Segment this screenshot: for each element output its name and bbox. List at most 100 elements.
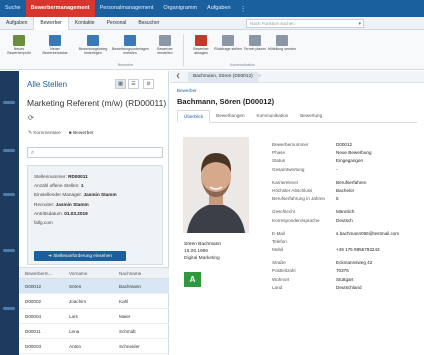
applicants-link[interactable]: ■ Bewerber	[69, 131, 94, 136]
send-message-button[interactable]: Mitteilung senden	[267, 33, 297, 63]
photo-caption: Sören Bachmann 15.06.1986 Digital Market…	[184, 242, 221, 262]
detail-row-manager: Einstellender Manager: Jasmin Stamm	[34, 190, 156, 199]
applicant-table: Bewerberm... Vorname Nachname D00012 Sör…	[19, 267, 169, 354]
field-value: Neue Bewerbung	[336, 150, 372, 156]
field-row: Telefon	[272, 238, 422, 246]
table-row[interactable]: D00003 Anton Schneider	[19, 339, 169, 354]
field-value: Männlich	[336, 209, 355, 215]
field-row: Bewerbernummer D00012	[272, 141, 422, 149]
table-header: Bewerberm... Vorname Nachname	[19, 267, 169, 279]
detail-row-stellennummer: Stellennummer: RD00011	[34, 172, 156, 181]
ask-question-button[interactable]: Rückfrage stellen	[213, 33, 243, 63]
chevron-right-icon[interactable]: »	[258, 73, 261, 79]
table-cell: Lars	[69, 314, 78, 319]
applicant-photo	[183, 137, 249, 233]
nav-personalmanagement[interactable]: Personalmanagement	[95, 0, 159, 17]
sub-navigation: Aufgaben Bewerber Kontakte Personal Besu…	[0, 16, 424, 30]
table-cell: Schmidt	[119, 329, 136, 334]
tab-communication[interactable]: Kommunikation	[251, 110, 295, 122]
tab-aufgaben[interactable]: Aufgaben	[0, 17, 33, 30]
left-sidebar	[0, 71, 19, 355]
new-status-button[interactable]: Neuer Bewerberstatus	[40, 33, 70, 63]
field-row: Wohnort Stuttgart	[272, 276, 422, 284]
field-label: Land	[272, 284, 283, 290]
sidebar-marker[interactable]	[3, 101, 15, 104]
column-header-lastname[interactable]: Nachname	[113, 268, 169, 278]
table-row[interactable]: D00002 Joachim Kahl	[19, 294, 169, 309]
question-icon	[222, 35, 234, 46]
table-row[interactable]: D00004 Lars Maier	[19, 309, 169, 324]
phone-link[interactable]: +49 175 9856793243	[336, 246, 380, 254]
new-profile-button[interactable]: Neues Bewerberprofil	[4, 33, 34, 63]
record-type: Bewerber	[177, 88, 197, 93]
field-row: Postleitzahl 70376	[272, 267, 422, 275]
settings-icon[interactable]: ⚙	[143, 79, 154, 89]
field-label: Bewerbernummer	[272, 142, 309, 147]
grid-view-icon[interactable]: ▦	[115, 79, 126, 89]
tab-kontakte[interactable]: Kontakte	[69, 17, 101, 30]
caption-birthdate: 15.06.1986	[184, 248, 209, 254]
table-cell: D00012	[25, 284, 42, 289]
nav-aufgaben[interactable]: Aufgaben	[202, 0, 236, 17]
field-label: Korrespondenzsprache	[272, 217, 320, 223]
tab-bewerber[interactable]: Bewerber	[33, 16, 69, 30]
manager-value: Jasmin Stamm	[83, 192, 117, 198]
detail-link[interactable]: fallg.com	[34, 218, 156, 227]
breadcrumb-item[interactable]: Bachmann, Sören (D00012)	[188, 72, 258, 82]
field-value: 5	[336, 196, 339, 202]
more-menu-icon[interactable]: ⋮	[236, 5, 251, 13]
back-arrow-icon[interactable]: ❮	[176, 73, 180, 79]
table-cell: Sören	[69, 284, 82, 289]
nav-bewerbermanagement[interactable]: Bewerbermanagement	[25, 0, 95, 17]
antritt-label: Antrittsdatum:	[34, 210, 63, 216]
field-label: Gesamtwertung	[272, 166, 305, 172]
comments-link[interactable]: ✎ Kommentare	[28, 131, 61, 136]
function-search-placeholder: Nach Funktion suchen	[250, 21, 295, 26]
view-job-request-button[interactable]: ➜ Stellenanforderung einsehen	[34, 251, 126, 261]
list-search-input[interactable]: ⌕	[27, 147, 163, 158]
create-files-button[interactable]: Bewerbungsunterlagen erstellen	[112, 33, 149, 63]
sidebar-marker[interactable]	[3, 249, 15, 252]
calendar-icon	[249, 35, 261, 46]
applicants-label: Bewerber	[73, 131, 94, 136]
table-cell: Joachim	[69, 299, 87, 304]
hire-icon	[159, 35, 171, 46]
field-label: Straße	[272, 260, 286, 266]
sidebar-marker[interactable]	[3, 193, 15, 196]
table-row[interactable]: D00011 Lena Schmidt	[19, 324, 169, 339]
field-label: Postleitzahl	[272, 268, 296, 274]
tab-personal[interactable]: Personal	[101, 17, 133, 30]
field-label: Mobil	[272, 247, 283, 253]
tab-rating[interactable]: Bewertung	[294, 110, 328, 122]
detail-row-recruiter: Recruiter: Jasmin Stamm	[34, 200, 156, 209]
applicant-detail-panel: ❮ Bachmann, Sören (D00012) » Bewerber Ba…	[170, 71, 424, 355]
function-search-input[interactable]: Nach Funktion suchen ▾	[246, 19, 364, 28]
tab-applications[interactable]: Bewerbungen	[210, 110, 250, 122]
hire-applicant-button[interactable]: Bewerber einstellen	[150, 33, 180, 63]
sidebar-marker[interactable]	[3, 307, 15, 310]
email-link[interactable]: s.bachmann066@testmail.com	[336, 230, 399, 238]
sidebar-marker[interactable]	[3, 149, 15, 152]
field-value: -	[336, 166, 338, 172]
schedule-appointment-button[interactable]: Termin planen	[240, 33, 270, 63]
tab-overview[interactable]: Überblick	[177, 110, 211, 123]
reject-applicant-button[interactable]: Bewerber absagen	[186, 33, 216, 63]
ribbon-toolbar: Neues Bewerberprofil Neuer Bewerberstatu…	[0, 30, 424, 70]
field-label: Wohnort	[272, 276, 290, 282]
table-row[interactable]: D00012 Sören Bachmann	[19, 279, 169, 294]
breadcrumb: ❮ Bachmann, Sören (D00012) »	[170, 71, 424, 83]
nav-search[interactable]: Suche	[0, 0, 26, 17]
field-row: Mobil +49 175 9856793243	[272, 246, 422, 254]
refresh-icon[interactable]: ⟳	[28, 114, 34, 122]
nav-organigramm[interactable]: Organigramm	[158, 0, 202, 17]
ribbon-group-label-kommunikation: Kommunikation	[230, 63, 255, 67]
list-view-icon[interactable]: ☰	[128, 79, 139, 89]
tab-besucher[interactable]: Besucher	[132, 17, 165, 30]
column-header-firstname[interactable]: Vorname	[63, 268, 113, 278]
field-row: Status Eingegangen	[272, 157, 422, 165]
field-label: Berufserfahrung in Jahren	[272, 196, 326, 202]
table-cell: Bachmann	[119, 284, 141, 289]
upload-document-button[interactable]: Bewerbungsbeleg hinterlegen	[76, 33, 110, 63]
column-header-number[interactable]: Bewerberm...	[19, 268, 63, 278]
field-row: Straße Eckmannsweg 42	[272, 259, 422, 267]
